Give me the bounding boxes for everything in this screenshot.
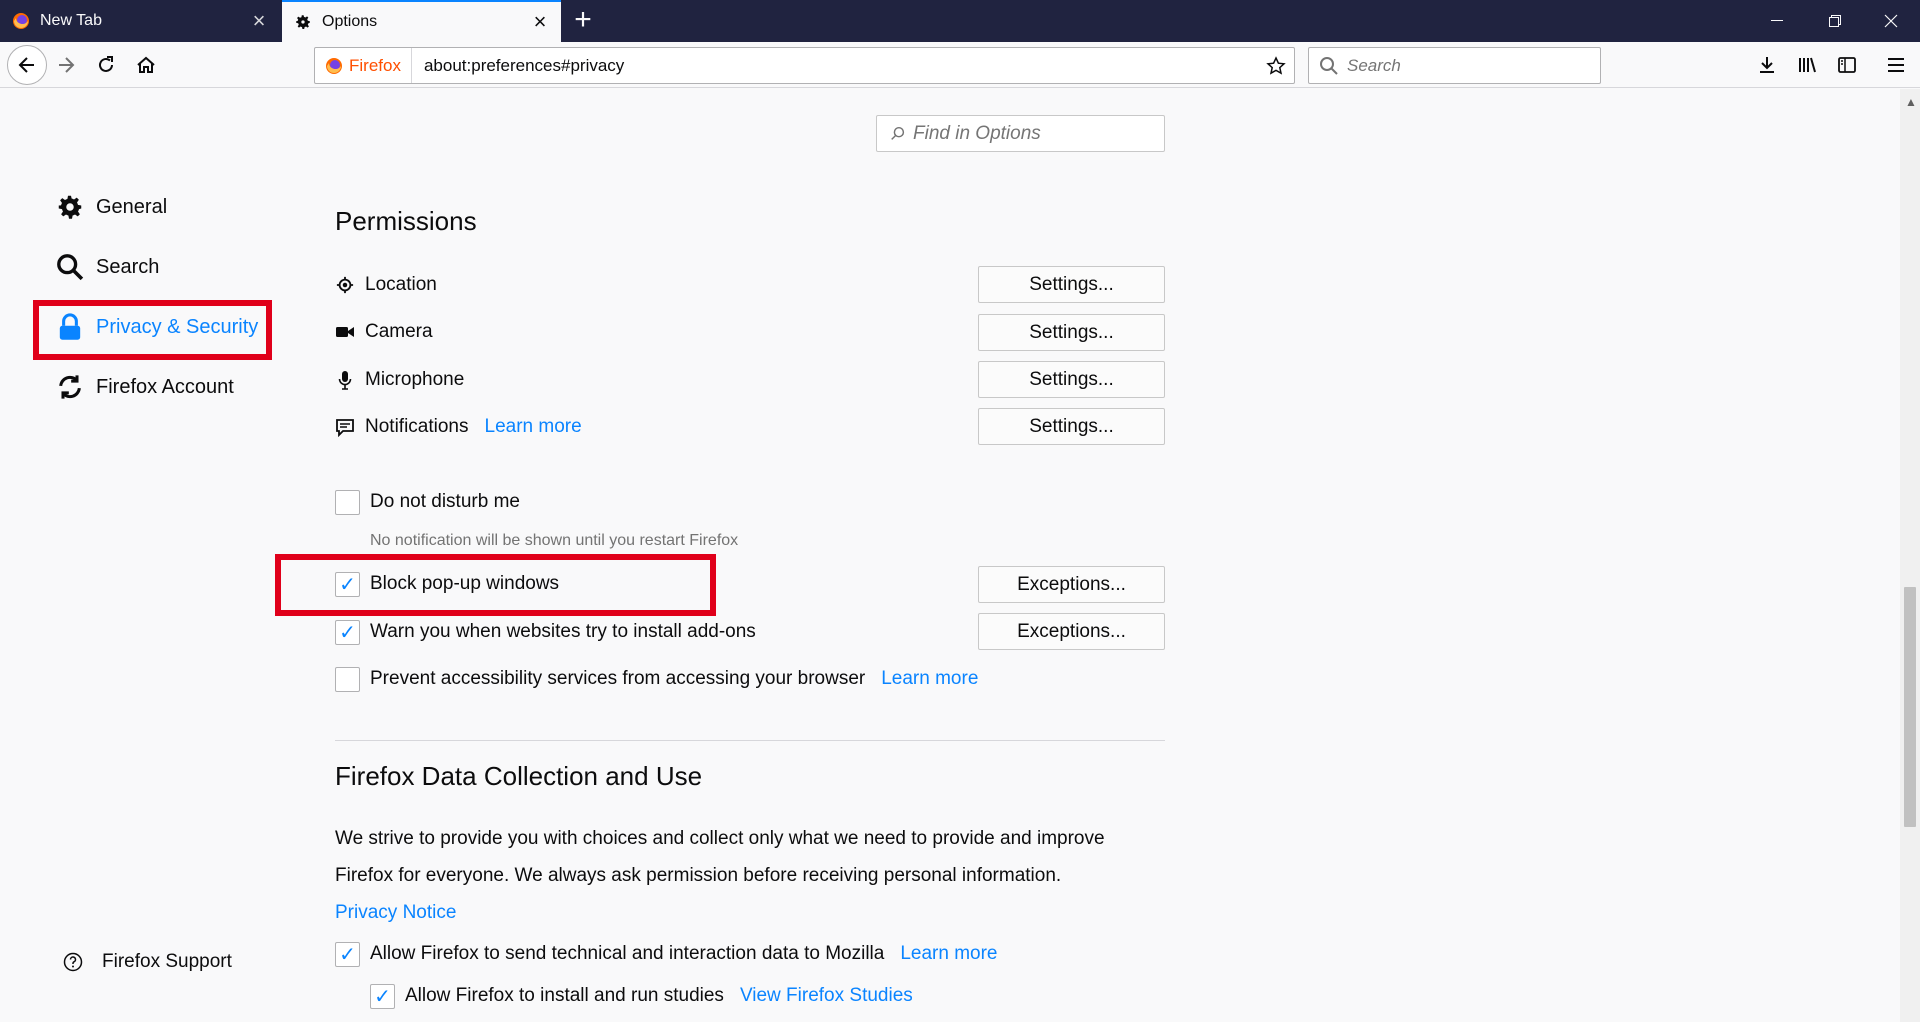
reload-icon <box>99 56 113 72</box>
library-icon[interactable] <box>1789 47 1825 83</box>
addon-exceptions-button[interactable]: Exceptions... <box>978 613 1165 650</box>
checkbox-label: Allow Firefox to install and run studies <box>405 985 724 1006</box>
permission-label: Camera <box>365 321 433 342</box>
sidebar-item-firefox-account[interactable]: Firefox Account <box>54 367 234 407</box>
find-input[interactable] <box>913 122 1153 145</box>
arrow-right-icon <box>59 57 75 73</box>
identity-label: Firefox <box>349 55 401 75</box>
close-tab-icon[interactable]: × <box>250 10 268 32</box>
data-collection-heading: Firefox Data Collection and Use <box>335 761 703 791</box>
tab-options[interactable]: Options × <box>282 0 561 42</box>
prevent-accessibility-row: Prevent accessibility services from acce… <box>335 664 978 694</box>
notifications-learn-more-link[interactable]: Learn more <box>485 416 582 438</box>
block-popups-row: ✓ Block pop-up windows <box>335 569 559 599</box>
do-not-disturb-row: Do not disturb me <box>335 487 520 517</box>
new-tab-button[interactable]: + <box>568 5 598 36</box>
url-text[interactable]: about:preferences#privacy <box>412 56 1258 76</box>
arrow-left-icon <box>18 57 34 73</box>
back-button[interactable] <box>7 45 47 85</box>
microphone-icon <box>335 370 355 390</box>
hamburger-menu-icon[interactable] <box>1878 47 1914 83</box>
studies-row: ✓ Allow Firefox to install and run studi… <box>370 981 913 1011</box>
block-popups-checkbox[interactable]: ✓ <box>335 571 360 597</box>
permission-label: Microphone <box>365 369 465 390</box>
scroll-up-arrow-icon[interactable]: ▲ <box>1905 95 1917 109</box>
firefox-logo-icon <box>326 57 342 74</box>
prevent-accessibility-checkbox[interactable] <box>335 666 360 692</box>
warn-addons-row: ✓ Warn you when websites try to install … <box>335 617 756 647</box>
accessibility-learn-more-link[interactable]: Learn more <box>881 668 978 690</box>
location-settings-button[interactable]: Settings... <box>978 266 1165 303</box>
tab-strip: New Tab × Options × + <box>0 0 1920 42</box>
scroll-thumb[interactable] <box>1904 587 1916 827</box>
send-data-row: ✓ Allow Firefox to send technical and in… <box>335 939 998 969</box>
send-data-learn-more-link[interactable]: Learn more <box>900 943 997 965</box>
sidebar-toggle-icon[interactable] <box>1829 47 1865 83</box>
downloads-icon[interactable] <box>1749 47 1785 83</box>
checkbox-label: Allow Firefox to send technical and inte… <box>370 943 885 964</box>
search-bar[interactable] <box>1308 47 1601 84</box>
site-identity[interactable]: Firefox <box>315 48 412 83</box>
notifications-settings-button[interactable]: Settings... <box>978 408 1165 445</box>
sync-icon <box>54 371 86 403</box>
checkbox-label: Warn you when websites try to install ad… <box>370 621 756 642</box>
warn-addons-checkbox[interactable]: ✓ <box>335 619 360 645</box>
permissions-heading: Permissions <box>335 206 477 236</box>
view-studies-link[interactable]: View Firefox Studies <box>740 985 913 1007</box>
home-icon <box>137 56 155 73</box>
firefox-support-link[interactable]: Firefox Support <box>62 951 232 973</box>
bookmark-star-icon[interactable] <box>1258 48 1294 84</box>
find-in-options[interactable] <box>876 115 1165 152</box>
location-icon <box>335 275 355 295</box>
checkbox-label: Do not disturb me <box>370 491 520 512</box>
close-window-icon[interactable] <box>1862 0 1920 42</box>
firefox-logo-icon <box>12 12 30 30</box>
gear-icon <box>294 13 312 31</box>
reload-button[interactable] <box>88 47 124 83</box>
sidebar-item-general[interactable]: General <box>54 187 167 227</box>
restore-icon[interactable] <box>1806 0 1864 42</box>
permission-label: Location <box>365 274 437 295</box>
search-input[interactable] <box>1347 55 1577 76</box>
forward-button[interactable] <box>48 47 84 83</box>
sidebar-item-label: General <box>96 195 168 218</box>
camera-icon <box>335 322 355 342</box>
studies-checkbox[interactable]: ✓ <box>370 983 395 1009</box>
gear-icon <box>54 191 86 223</box>
support-label: Firefox Support <box>102 951 232 972</box>
sidebar-item-label: Firefox Account <box>96 375 234 398</box>
search-icon <box>891 126 905 140</box>
tab-label: Options <box>322 13 378 30</box>
search-icon <box>1320 56 1338 75</box>
help-circle-icon <box>62 951 84 973</box>
send-data-checkbox[interactable]: ✓ <box>335 941 360 967</box>
privacy-notice-link[interactable]: Privacy Notice <box>335 894 456 931</box>
preferences-page: General Search Privacy & Security Firefo… <box>0 89 1900 1022</box>
popup-exceptions-button[interactable]: Exceptions... <box>978 566 1165 603</box>
data-collection-line-2: Firefox for everyone. We always ask perm… <box>335 865 1062 886</box>
minimize-icon[interactable] <box>1748 0 1806 42</box>
tab-new-tab[interactable]: New Tab × <box>0 0 280 42</box>
page-scrollbar[interactable]: ▲ <box>1900 89 1920 1022</box>
url-bar[interactable]: Firefox about:preferences#privacy <box>314 47 1295 84</box>
sidebar-item-search[interactable]: Search <box>54 247 159 287</box>
close-tab-icon[interactable]: × <box>531 11 549 33</box>
notification-icon <box>335 417 355 437</box>
do-not-disturb-note: No notification will be shown until you … <box>370 532 739 549</box>
navigation-toolbar: Firefox about:preferences#privacy <box>0 42 1920 88</box>
highlight-privacy-security <box>33 300 272 360</box>
microphone-settings-button[interactable]: Settings... <box>978 361 1165 398</box>
section-divider <box>335 740 1165 741</box>
sidebar-item-label: Search <box>96 255 160 278</box>
camera-settings-button[interactable]: Settings... <box>978 314 1165 351</box>
search-icon <box>54 251 86 283</box>
checkbox-label: Block pop-up windows <box>370 573 560 594</box>
permission-label: Notifications <box>365 416 469 437</box>
data-collection-line-1: We strive to provide you with choices an… <box>335 828 1105 849</box>
home-button[interactable] <box>128 47 164 83</box>
do-not-disturb-checkbox[interactable] <box>335 489 360 515</box>
tab-label: New Tab <box>40 12 102 29</box>
checkbox-label: Prevent accessibility services from acce… <box>370 668 866 689</box>
